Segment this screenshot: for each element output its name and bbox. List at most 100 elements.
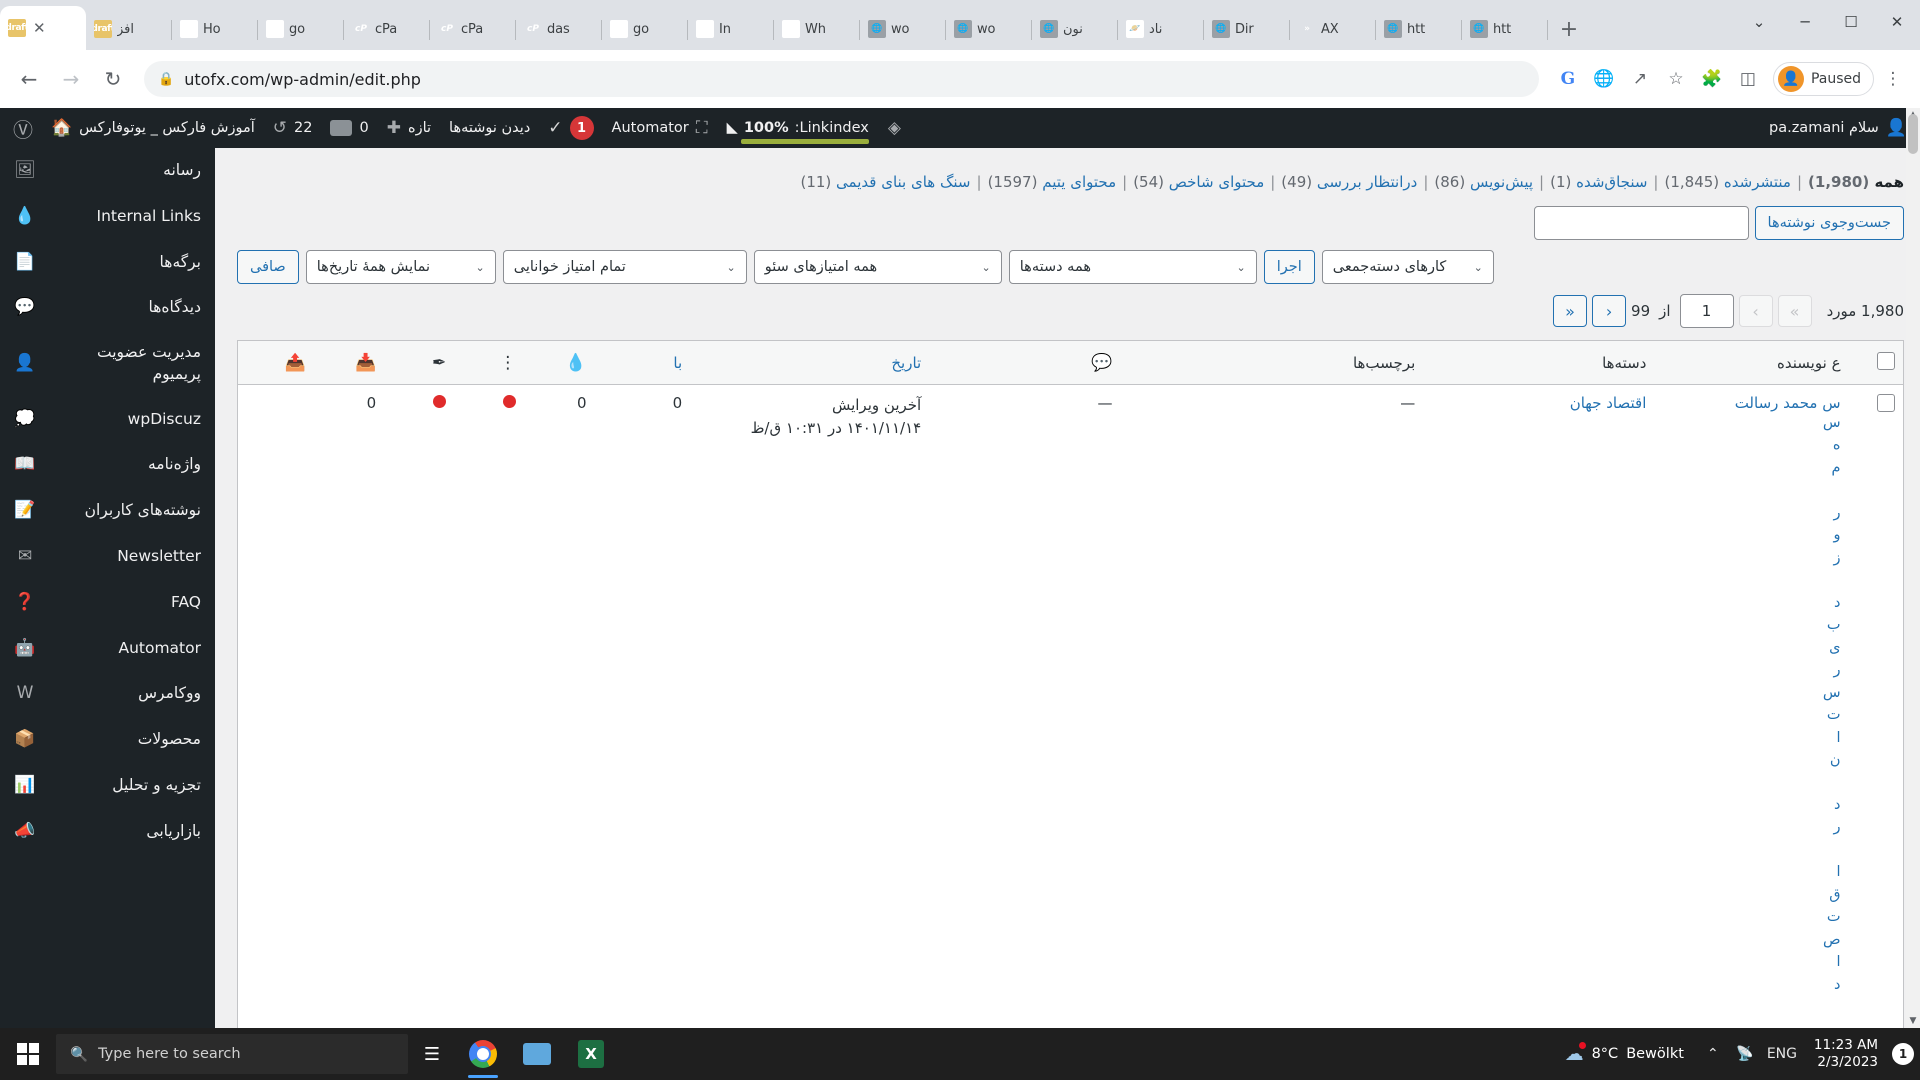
sidebar-item-11[interactable]: ووکامرس W [0, 671, 215, 717]
sidebar-item-0[interactable]: رسانه 🖼 [0, 148, 215, 194]
sidebar-item-7[interactable]: نوشته‌های کاربران 📝 [0, 488, 215, 534]
taskbar-folder-app[interactable] [510, 1028, 564, 1080]
taskbar-chrome-app[interactable] [456, 1028, 510, 1080]
last-page-button[interactable]: » [1777, 295, 1812, 327]
close-window-button[interactable]: ✕ [1874, 0, 1920, 44]
search-posts-button[interactable]: جست‌وجوی نوشته‌ها [1754, 206, 1904, 240]
address-bar[interactable]: 🔒 utofx.com/wp-admin/edit.php [144, 61, 1539, 97]
chrome-menu-button[interactable]: ⋮ [1876, 62, 1910, 96]
comments-header[interactable]: 💬 [929, 340, 1121, 385]
status-filter-0[interactable]: همه (1,980) [1808, 173, 1904, 191]
minimize-button[interactable]: ─ [1782, 0, 1828, 44]
browser-tab-9[interactable]: G Wh [774, 8, 860, 50]
new-tab-button[interactable]: + [1552, 12, 1586, 46]
readability-header[interactable]: ⋮ [454, 340, 525, 385]
back-button[interactable]: ← [10, 60, 48, 98]
browser-tab-13[interactable]: 🪐 ناد [1118, 8, 1204, 50]
notification-badge[interactable]: 1 [1892, 1043, 1914, 1065]
browser-tab-3[interactable]: Ggo [258, 8, 344, 50]
adminbar-yoast[interactable]: 1 ✓ [539, 108, 602, 148]
browser-tab-14[interactable]: 🌐 Dir [1204, 8, 1290, 50]
browser-tab-0[interactable]: draft ✕ [0, 6, 86, 50]
tab-close-icon[interactable]: ✕ [33, 19, 46, 37]
sidebar-item-13[interactable]: تجزیه و تحلیل 📊 [0, 763, 215, 809]
readability-select[interactable]: ⌄ تمام امتیاز خوانایی [502, 250, 747, 284]
categories-select[interactable]: ⌄ همه دسته‌ها [1008, 250, 1257, 284]
categories-header[interactable]: دسته‌ها [1423, 340, 1655, 385]
browser-tab-11[interactable]: 🌐 wo [946, 8, 1032, 50]
translate-icon[interactable]: 🌐 [1587, 62, 1621, 96]
tab-search-button[interactable]: ⌄ [1736, 0, 1782, 44]
network-icon[interactable]: 📡 [1732, 1046, 1758, 1062]
google-icon[interactable]: G [1551, 62, 1585, 96]
scroll-down-arrow[interactable]: ▼ [1908, 1016, 1918, 1026]
browser-tab-8[interactable]: G In [688, 8, 774, 50]
browser-tab-1[interactable]: draft افز [86, 8, 172, 50]
feather-header[interactable]: ✒ [384, 340, 455, 385]
next-page-button[interactable]: › [1738, 295, 1773, 327]
browser-tab-5[interactable]: cP cPa [430, 8, 516, 50]
sidebar-item-9[interactable]: FAQ ❓ [0, 580, 215, 626]
adminbar-updates[interactable]: 22 ↺ [264, 108, 322, 148]
adminbar-view-posts[interactable]: دیدن نوشته‌ها [440, 108, 539, 148]
taskbar-clock[interactable]: 11:23 AM 2/3/2023 [1806, 1037, 1886, 1071]
bulk-actions-select[interactable]: ⌄ کارهای دسته‌جمعی [1321, 250, 1494, 284]
sidebar-item-6[interactable]: واژه‌نامه 📖 [0, 442, 215, 488]
status-filter-3[interactable]: پیش‌نویس (86) [1434, 173, 1533, 191]
sidebar-item-8[interactable]: Newsletter ✉ [0, 534, 215, 580]
sidebar-item-1[interactable]: Internal Links 💧 [0, 194, 215, 240]
browser-tab-10[interactable]: 🌐 wo [860, 8, 946, 50]
taskbar-search[interactable]: 🔍 Type here to search [56, 1034, 408, 1074]
adminbar-user-greeting[interactable]: 👤 سلام pa.zamani [1760, 108, 1916, 148]
search-input[interactable] [1533, 206, 1749, 240]
sidebar-item-5[interactable]: wpDiscuz 💭 [0, 397, 215, 443]
maximize-button[interactable]: ☐ [1828, 0, 1874, 44]
tags-header[interactable]: برچسب‌ها [1120, 340, 1424, 385]
row-category-link[interactable]: اقتصاد جهان [1570, 394, 1647, 412]
author-header[interactable]: ع نویسنده [1654, 340, 1849, 385]
dates-select[interactable]: ⌄ نمایش همهٔ تاریخ‌ها [305, 250, 496, 284]
row-author-prefix[interactable]: س [1822, 394, 1840, 412]
export-header[interactable]: 📤 [237, 340, 315, 385]
date-header[interactable]: تاریخ [690, 340, 930, 385]
extensions-icon[interactable]: 🧩 [1695, 62, 1729, 96]
task-view-button[interactable]: ☰ [408, 1028, 456, 1080]
status-filter-4[interactable]: درانتظار بررسی (49) [1281, 173, 1417, 191]
filter-button[interactable]: صافی [237, 250, 299, 284]
sidebar-item-10[interactable]: Automator 🤖 [0, 626, 215, 672]
browser-tab-17[interactable]: 🌐 htt [1462, 8, 1548, 50]
sidebar-item-2[interactable]: برگه‌ها 📄 [0, 240, 215, 286]
browser-tab-4[interactable]: cP cPa [344, 8, 430, 50]
browser-tab-2[interactable]: ≡ Ho [172, 8, 258, 50]
browser-tab-12[interactable]: 🌐 نون [1032, 8, 1118, 50]
language-indicator[interactable]: ENG [1764, 1046, 1800, 1062]
import-header[interactable]: 📥 [314, 340, 385, 385]
adminbar-wp-logo[interactable]: Ⓥ [4, 108, 42, 148]
seo-score-header[interactable]: 💧 [524, 340, 595, 385]
weather-widget[interactable]: ☁ 8°C Bewölkt [1555, 1042, 1694, 1065]
adminbar-new-content[interactable]: تازه ✚ [378, 108, 440, 148]
adminbar-linkindex[interactable]: Linkindex: 100% ◣ [717, 108, 879, 148]
seo-score-select[interactable]: ⌄ همه امتیازهای سئو [753, 250, 1002, 284]
apply-button[interactable]: اجرا [1263, 250, 1315, 284]
scrollbar-thumb[interactable] [1908, 114, 1918, 154]
select-all-checkbox[interactable] [1877, 351, 1895, 370]
first-page-button[interactable]: « [1553, 295, 1588, 327]
browser-tab-6[interactable]: cP das [516, 8, 602, 50]
adminbar-site-name[interactable]: آموزش فارکس _ یوتوفارکس 🏠 [42, 108, 264, 148]
taskbar-excel-app[interactable]: X [564, 1028, 618, 1080]
page-scrollbar[interactable]: ▲ ▼ [1906, 108, 1920, 1028]
reload-button[interactable]: ↻ [94, 60, 132, 98]
browser-tab-7[interactable]: Ggo [602, 8, 688, 50]
tray-expand-icon[interactable]: ⌃ [1700, 1046, 1726, 1062]
table-row[interactable]: س محمد رسالتسهم روز دبیرستان در اقتصاد ج… [237, 384, 1904, 1028]
sidebar-item-12[interactable]: محصولات 📦 [0, 717, 215, 763]
row-checkbox[interactable] [1877, 394, 1895, 412]
sidepanel-icon[interactable]: ◫ [1731, 62, 1765, 96]
forward-button[interactable]: → [52, 60, 90, 98]
row-author-link[interactable]: محمد رسالت [1735, 394, 1818, 412]
status-filter-5[interactable]: محتوای شاخص (54) [1133, 173, 1264, 191]
sidebar-item-4[interactable]: مدیریت عضویت پریمیوم 👤 [0, 331, 215, 396]
prev-page-button[interactable]: ‹ [1592, 295, 1627, 327]
browser-tab-16[interactable]: 🌐 htt [1376, 8, 1462, 50]
